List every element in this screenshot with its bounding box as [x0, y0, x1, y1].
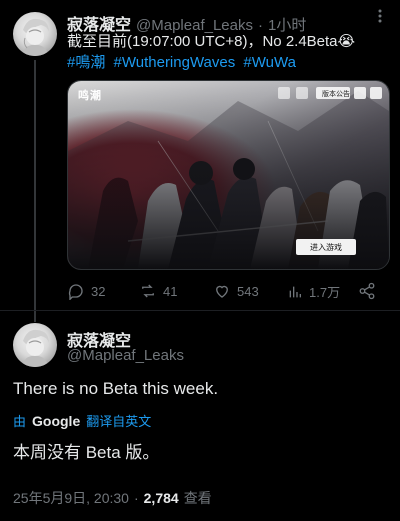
more-options-icon[interactable] — [372, 8, 388, 29]
avatar[interactable] — [13, 12, 57, 56]
repost-button[interactable]: 41 — [139, 282, 177, 300]
share-button[interactable] — [358, 282, 376, 300]
start-game-button: 进入游戏 — [296, 239, 356, 255]
like-button[interactable]: 543 — [213, 282, 259, 300]
reply-count: 32 — [91, 283, 106, 299]
reply-text: There is no Beta this week. — [13, 379, 219, 398]
translated-by-prefix: 由 — [13, 414, 27, 429]
start-game-label: 进入游戏 — [310, 242, 342, 252]
views-button[interactable]: 1.7万 — [287, 282, 340, 301]
view-count: 1.7万 — [309, 285, 341, 300]
view-label: 查看 — [183, 490, 212, 506]
reply-view-count: 2,784 — [143, 490, 179, 506]
hashtag-row: #鳴潮 #WutheringWaves #WuWa — [67, 53, 300, 73]
reply-avatar[interactable] — [13, 323, 57, 367]
game-logo: 鸣潮 — [78, 90, 102, 102]
post-action-bar: 32 41 543 1.7万 — [67, 282, 387, 302]
google-brand: Google — [32, 412, 81, 429]
notice-tag: 版本公告 — [322, 91, 350, 98]
meta-separator: · — [133, 490, 139, 506]
translated-text: 本周没有 Beta 版。 — [13, 443, 160, 462]
reply-handle[interactable]: @Mapleaf_Leaks — [67, 347, 184, 364]
repost-icon — [142, 284, 154, 298]
reply-icon — [68, 284, 83, 300]
reply-button[interactable]: 32 — [67, 282, 105, 300]
hashtag-mingchao[interactable]: #鳴潮 — [67, 54, 105, 71]
post-media-image[interactable]: 鸣潮 版本公告 进入游戏 — [67, 80, 390, 270]
hashtag-wutheringwaves[interactable]: #WutheringWaves — [114, 54, 236, 71]
views-chart-icon — [289, 286, 301, 297]
hashtag-wuwa[interactable]: #WuWa — [243, 54, 296, 71]
translation-attribution: 由 Google 翻译自英文 — [13, 411, 151, 430]
post-text: 截至目前(19:07:00 UTC+8)，No 2.4Beta😭 — [67, 33, 356, 50]
post-meta: 25年5月9日, 20:30 · 2,784 查看 — [13, 488, 212, 508]
post-timestamp[interactable]: 25年5月9日, 20:30 — [13, 488, 129, 508]
heart-icon — [216, 285, 228, 298]
thread-connector-line — [34, 60, 36, 322]
translated-from-english-link[interactable]: 翻译自英文 — [86, 411, 151, 430]
like-count: 543 — [237, 283, 259, 299]
repost-count: 41 — [163, 283, 178, 299]
share-icon — [359, 282, 375, 300]
post-divider — [0, 310, 400, 311]
